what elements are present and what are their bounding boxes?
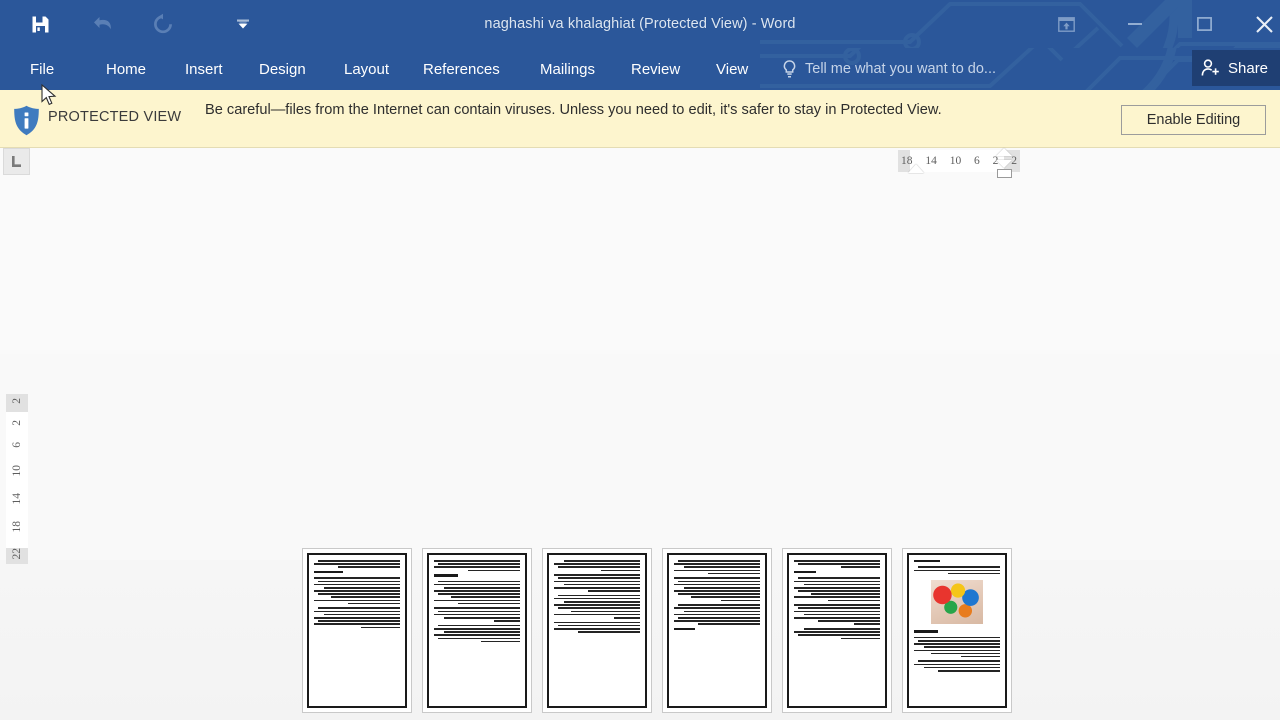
title-bar: naghashi va khalaghiat (Protected View) … <box>0 0 1280 48</box>
ruler-tick: 14 <box>11 492 23 505</box>
ruler-tick: 18 <box>11 520 23 533</box>
document-canvas[interactable] <box>0 148 1280 720</box>
page-content <box>667 553 767 708</box>
share-button[interactable]: Share <box>1192 50 1280 86</box>
table-row[interactable] <box>662 548 772 713</box>
ruler-tick: 2 <box>1011 155 1017 167</box>
page-content <box>787 553 887 708</box>
ruler-tick: 2 <box>11 398 23 404</box>
ruler-tick: 2 <box>11 420 23 426</box>
page-image <box>931 580 983 625</box>
minimize-icon <box>1128 23 1142 25</box>
page-content <box>427 553 527 708</box>
tab-references[interactable]: References <box>421 48 502 90</box>
ruler-tick: 6 <box>11 442 23 449</box>
close-icon <box>1256 15 1273 33</box>
maximize-icon <box>1196 17 1212 31</box>
share-label: Share <box>1228 59 1269 77</box>
table-row[interactable] <box>422 548 532 713</box>
minimize-button[interactable] <box>1113 8 1157 40</box>
protected-view-label: PROTECTED VIEW <box>48 109 182 125</box>
ribbon-display-options-button[interactable] <box>1044 8 1088 40</box>
table-row[interactable] <box>542 548 652 713</box>
tab-insert[interactable]: Insert <box>183 48 225 90</box>
ruler-tick: 10 <box>949 155 962 167</box>
tab-view[interactable]: View <box>714 48 750 90</box>
tab-mailings[interactable]: Mailings <box>538 48 597 90</box>
ruler-tick: 6 <box>974 155 980 167</box>
ruler-tick: 14 <box>925 155 937 167</box>
enable-editing-button[interactable]: Enable Editing <box>1121 105 1266 135</box>
left-indent-marker[interactable] <box>908 164 924 173</box>
tab-design[interactable]: Design <box>257 48 308 90</box>
page-content <box>907 553 1007 708</box>
protected-view-message: Be careful—files from the Internet can c… <box>205 102 942 118</box>
ribbon-display-icon <box>1057 16 1075 32</box>
left-tab-stop-icon <box>12 156 21 167</box>
tab-layout[interactable]: Layout <box>342 48 391 90</box>
maximize-button[interactable] <box>1182 8 1226 40</box>
vertical-ruler-ticks: 2 2 6 10 14 18 22 <box>6 394 28 564</box>
page-content <box>307 553 407 708</box>
person-add-icon <box>1201 59 1219 76</box>
hanging-indent-marker[interactable] <box>996 160 1012 168</box>
tell-me-placeholder: Tell me what you want to do... <box>805 61 997 77</box>
table-row[interactable] <box>302 548 412 713</box>
ruler-tick: 10 <box>11 464 23 477</box>
tell-me-search[interactable]: Tell me what you want to do... <box>783 48 996 90</box>
page-content <box>547 553 647 708</box>
table-row[interactable] <box>902 548 1012 713</box>
lightbulb-icon <box>783 59 796 77</box>
ribbon-tab-bar: File Home Insert Design Layout Reference… <box>0 48 1280 90</box>
tab-review[interactable]: Review <box>629 48 682 90</box>
table-row[interactable] <box>782 548 892 713</box>
tab-file[interactable]: File <box>28 48 56 90</box>
tab-stop-selector[interactable] <box>3 148 30 175</box>
shield-info-icon <box>14 105 39 136</box>
protected-view-bar: PROTECTED VIEW Be careful—files from the… <box>0 90 1280 148</box>
document-title: naghashi va khalaghiat (Protected View) … <box>484 16 796 32</box>
ruler-tick: 22 <box>11 548 23 560</box>
first-line-indent-marker[interactable] <box>996 148 1012 156</box>
close-button[interactable] <box>1249 8 1280 40</box>
left-indent-box-marker[interactable] <box>997 169 1012 178</box>
tab-home[interactable]: Home <box>104 48 148 90</box>
page-thumbnail-strip[interactable] <box>302 548 1012 713</box>
